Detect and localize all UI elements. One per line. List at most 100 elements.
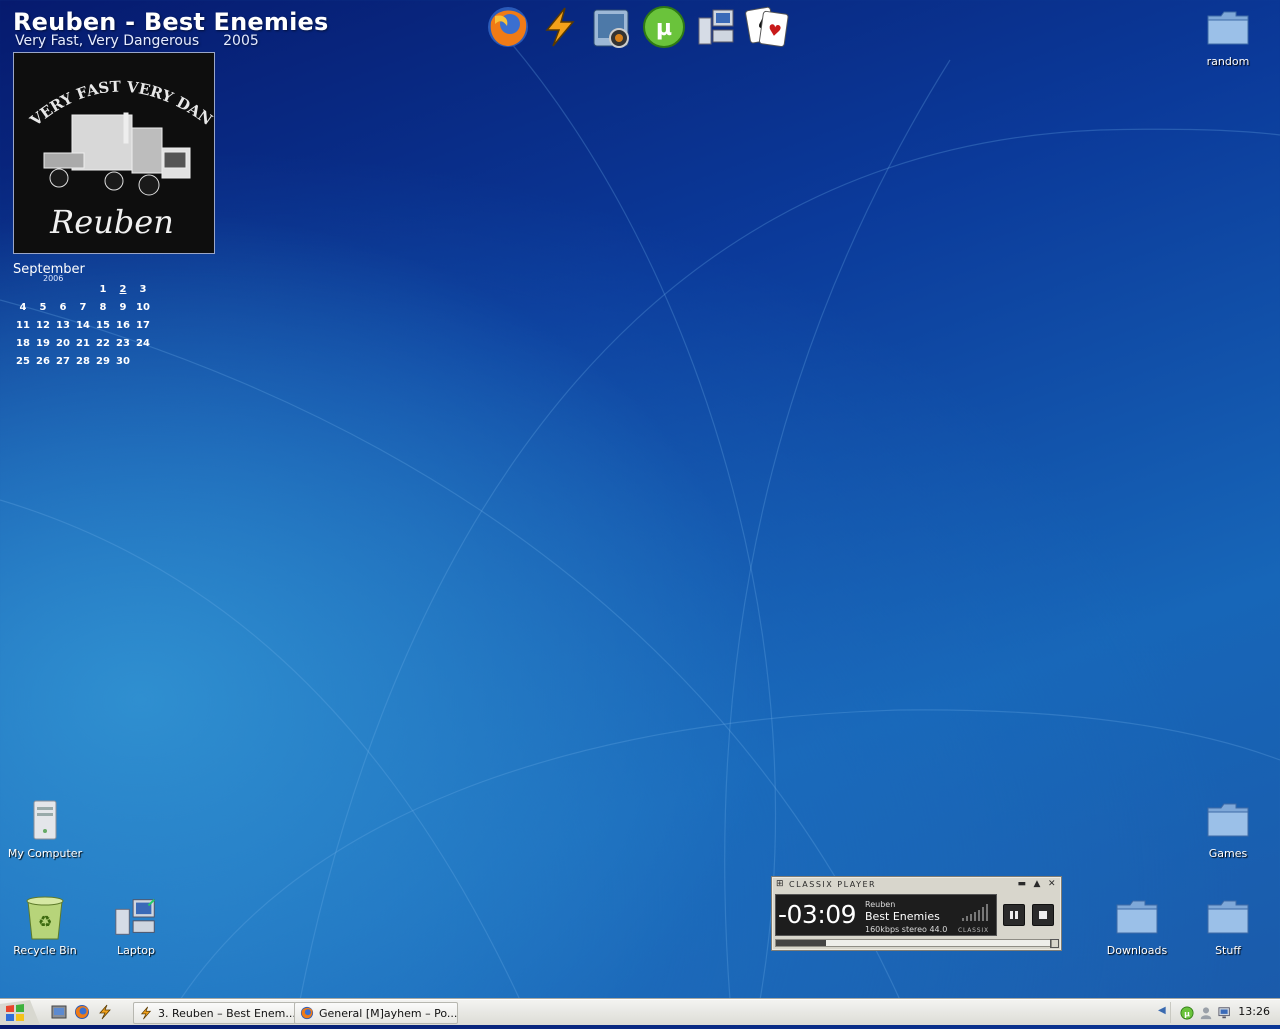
player-title: CLASSIX PLAYER: [789, 879, 877, 889]
shade-icon[interactable]: ▲: [1034, 879, 1042, 889]
svg-text:♥: ♥: [767, 21, 783, 41]
player-menu-icon[interactable]: ⊞: [776, 879, 785, 889]
network-tray-icon[interactable]: [1217, 1005, 1233, 1021]
desktop-icon-label: random: [1206, 55, 1250, 68]
tray-expand-icon[interactable]: ◀: [1158, 1005, 1166, 1016]
calendar-day: 29: [96, 356, 110, 367]
calendar-day: [53, 281, 73, 299]
calendar-day: [13, 281, 33, 299]
calendar-day: 23: [116, 338, 130, 349]
taskbar-button-firefox[interactable]: General [M]ayhem – Po...: [294, 1002, 458, 1024]
album-cover: VERY FAST VERY DANGEROUS Reuben: [13, 52, 215, 254]
solitaire-icon[interactable]: ♠♥: [744, 3, 792, 51]
desktop-icon-recycle-bin[interactable]: ♻ Recycle Bin: [0, 893, 90, 957]
show-desktop-icon[interactable]: [50, 1003, 68, 1021]
folder-icon: [1204, 796, 1252, 844]
calendar-day: 21: [76, 338, 90, 349]
start-button[interactable]: [0, 1000, 40, 1025]
resize-handle[interactable]: [1050, 939, 1059, 948]
player-artist: Reuben: [865, 900, 896, 909]
calendar-day: 27: [56, 356, 70, 367]
calendar-day: 17: [136, 320, 150, 331]
calendar-day: 28: [76, 356, 90, 367]
network-icon[interactable]: [692, 3, 740, 51]
calendar-day: 10: [136, 302, 150, 313]
desktop-icon-label: Games: [1208, 847, 1248, 860]
calendar-day: 20: [56, 338, 70, 349]
player-title-bar[interactable]: ⊞ CLASSIX PLAYER ▬ ▲ ✕: [772, 877, 1061, 891]
folder-icon: [1113, 893, 1161, 941]
messenger-tray-icon[interactable]: [1198, 1005, 1214, 1021]
calendar-day: 1: [99, 284, 107, 295]
seek-bar[interactable]: [775, 939, 1052, 947]
taskbar-button-winamp[interactable]: 3. Reuben – Best Enem...: [133, 1002, 296, 1024]
pause-button[interactable]: [1003, 904, 1025, 926]
taskbar-button-label: General [M]ayhem – Po...: [319, 1006, 458, 1020]
recycle-bin-icon: ♻: [21, 893, 69, 941]
player-stream-info: 160kbps stereo 44.0: [865, 925, 948, 934]
laptop-network-icon: [112, 893, 160, 941]
desktop-icon-stuff[interactable]: Stuff: [1183, 893, 1273, 957]
firefox-quicklaunch-icon[interactable]: [73, 1003, 91, 1021]
folder-icon: [1204, 893, 1252, 941]
classix-player-window[interactable]: ⊞ CLASSIX PLAYER ▬ ▲ ✕ -03:09 Reuben Bes…: [771, 876, 1062, 951]
svg-text:µ: µ: [1184, 1009, 1190, 1018]
calendar-day: 22: [96, 338, 110, 349]
calendar-day: 24: [136, 338, 150, 349]
player-display: -03:09 Reuben Best Enemies 160kbps stere…: [775, 894, 997, 936]
album-cover-band-text: Reuben: [49, 203, 174, 241]
desktop-icon-label: Stuff: [1215, 944, 1241, 957]
firefox-icon: [299, 1006, 314, 1021]
calendar-day: 18: [16, 338, 30, 349]
computer-icon: [21, 796, 69, 844]
now-playing-album: Very Fast, Very Dangerous: [15, 33, 200, 49]
calendar-day: 11: [16, 320, 30, 331]
desktop-icon-label: Downloads: [1106, 944, 1168, 957]
calendar-day: 19: [36, 338, 50, 349]
player-track: Best Enemies: [865, 910, 940, 923]
calendar-day: 5: [39, 302, 47, 313]
svg-text:µ: µ: [656, 16, 672, 41]
utorrent-tray-icon[interactable]: µ: [1179, 1005, 1195, 1021]
firefox-icon[interactable]: [484, 3, 532, 51]
svg-text:♻: ♻: [38, 912, 52, 931]
player-brand: CLASSIX: [958, 927, 989, 934]
utorrent-icon[interactable]: µ: [640, 3, 688, 51]
now-playing-title: Reuben - Best Enemies: [13, 8, 329, 36]
stop-icon: [1039, 911, 1047, 919]
desktop-icon-laptop[interactable]: Laptop: [91, 893, 181, 957]
desktop-icon-label: Laptop: [117, 944, 155, 957]
now-playing-year: 2005: [223, 33, 259, 49]
desktop-icon-random[interactable]: random: [1183, 4, 1273, 68]
calendar-day: 13: [56, 320, 70, 331]
calendar-day: 25: [16, 356, 30, 367]
taskbar: 3. Reuben – Best Enem... General [M]ayhe…: [0, 999, 1280, 1025]
folder-icon: [1204, 4, 1252, 52]
calendar-day: 15: [96, 320, 110, 331]
close-icon[interactable]: ✕: [1048, 879, 1057, 889]
taskbar-clock[interactable]: 13:26: [1238, 1005, 1270, 1018]
seek-bar-fill: [776, 940, 826, 946]
calendar-day: 30: [116, 356, 130, 367]
calendar-day: 14: [76, 320, 90, 331]
calendar-day: 8: [99, 302, 107, 313]
stop-button[interactable]: [1032, 904, 1054, 926]
desktop-icon-games[interactable]: Games: [1183, 796, 1273, 860]
pause-icon: [1010, 911, 1018, 919]
calendar-day: 4: [19, 302, 27, 313]
launcher-dock: µ ♠♥: [484, 2, 792, 52]
winamp-icon[interactable]: [536, 3, 584, 51]
desktop-icon-downloads[interactable]: Downloads: [1092, 893, 1182, 957]
minimize-icon[interactable]: ▬: [1018, 879, 1028, 889]
calendar-day: 9: [119, 302, 127, 313]
volume-meter-icon[interactable]: [962, 903, 990, 921]
player-time[interactable]: -03:09: [778, 900, 857, 929]
calendar-day: 16: [116, 320, 130, 331]
desktop-icon-my-computer[interactable]: My Computer: [0, 796, 90, 860]
desktop-icon-label: My Computer: [7, 847, 83, 860]
photo-viewer-icon[interactable]: [588, 3, 636, 51]
windows-logo-icon: [0, 1000, 40, 1025]
winamp-quicklaunch-icon[interactable]: [96, 1003, 114, 1021]
calendar-day: 12: [36, 320, 50, 331]
calendar-day: [73, 281, 93, 299]
